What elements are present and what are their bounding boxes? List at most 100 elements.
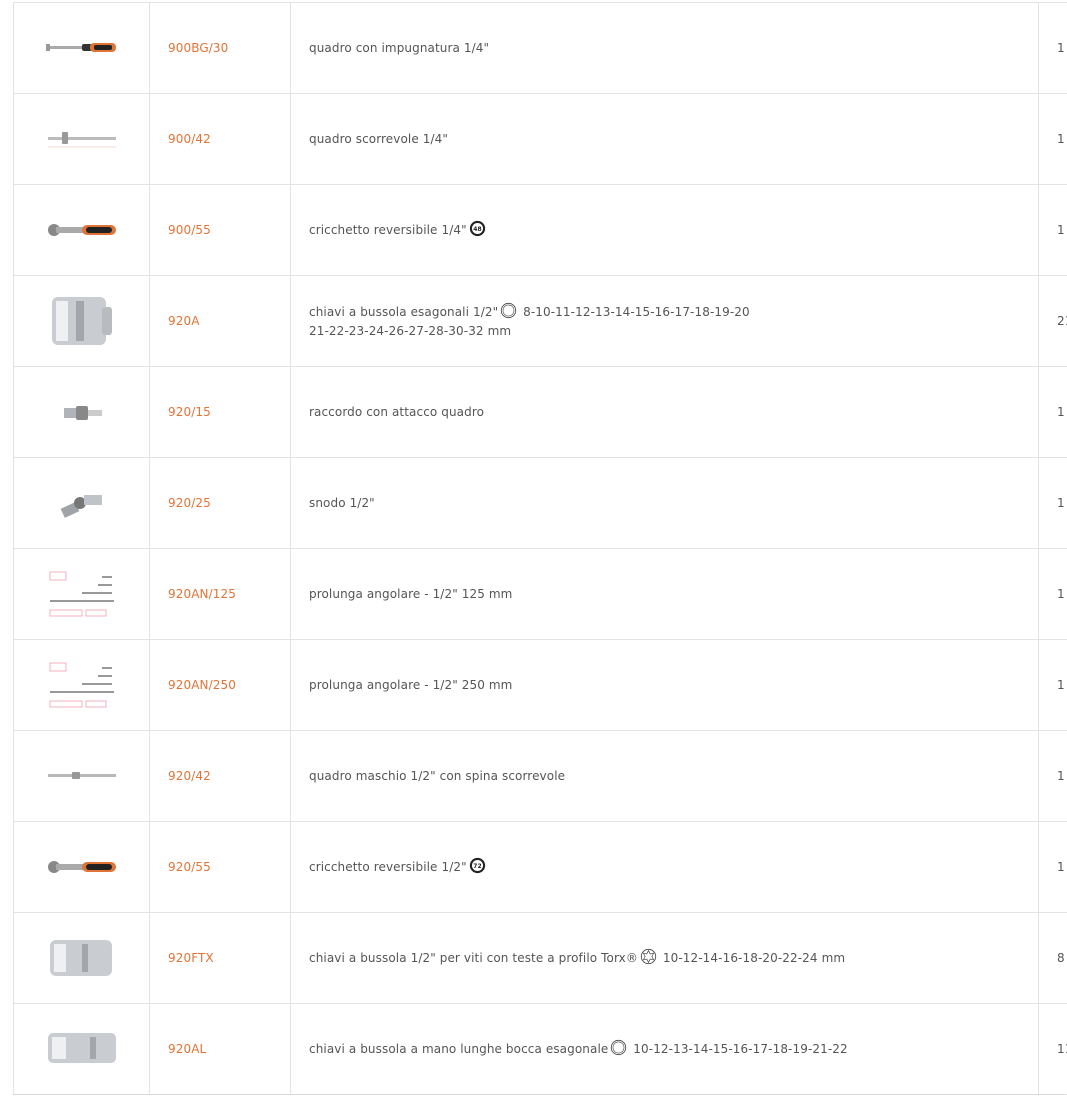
image-cell [13,639,150,731]
table-row: 900/42 quadro scorrevole 1/4" 1 [13,93,1067,185]
quantity-cell: 11 [1038,1003,1067,1095]
extension-bar-diagram-image[interactable] [42,655,122,715]
product-code-link[interactable]: 900/55 [168,223,211,237]
table-row: 920A chiavi a bussola esagonali 1/2" 8-10… [13,275,1067,367]
image-cell [13,1003,150,1095]
description-cell: chiavi a bussola 1/2" per viti con teste… [290,912,1039,1004]
description-cell: quadro con impugnatura 1/4" [290,2,1039,94]
quantity-cell: 1 [1038,184,1067,276]
quantity-value: 1 [1057,678,1065,692]
product-code-link[interactable]: 920/15 [168,405,211,419]
description-text: quadro maschio 1/2" con spina scorrevole [309,768,566,783]
table-row: 920AL chiavi a bussola a mano lunghe bocc… [13,1003,1067,1095]
quantity-cell: 1 [1038,821,1067,913]
quantity-cell: 1 [1038,2,1067,94]
sliding-tbar-image[interactable] [42,109,122,169]
product-code-cell: 920/25 [149,457,291,549]
product-code-cell: 920AL [149,1003,291,1095]
image-cell [13,730,150,822]
image-cell [13,912,150,1004]
image-cell [13,548,150,640]
product-code-cell: 920/55 [149,821,291,913]
description-text: cricchetto reversibile 1/4" [309,223,467,237]
teeth-count-icon: 72 [469,857,486,874]
product-code-link[interactable]: 920/25 [168,496,211,510]
image-cell [13,2,150,94]
quantity-cell: 1 [1038,366,1067,458]
quantity-value: 1 [1057,405,1065,419]
sizes-text: 10-12-14-16-18-20-22-24 mm [658,951,846,965]
product-code-link[interactable]: 920AN/250 [168,678,236,692]
hex-socket-image[interactable] [42,291,122,351]
description-text: chiavi a bussola a mano lunghe bocca esa… [309,1042,609,1056]
product-code-cell: 900BG/30 [149,2,291,94]
components-table: 900BG/30 quadro con impugnatura 1/4" 1 900/… [13,2,1067,1095]
torx-profile-icon [640,948,657,965]
description-text: chiavi a bussola 1/2" per viti con teste… [309,951,638,965]
quantity-cell: 1 [1038,548,1067,640]
svg-text:72: 72 [473,863,481,870]
image-cell [13,184,150,276]
description-text: snodo 1/2" [309,495,375,510]
image-cell [13,457,150,549]
product-code-cell: 920AN/250 [149,639,291,731]
description-text: cricchetto reversibile 1/2" [309,860,467,874]
description-cell: raccordo con attacco quadro [290,366,1039,458]
table-row: 900/55 cricchetto reversibile 1/4" 48 1 [13,184,1067,276]
description-cell: quadro maschio 1/2" con spina scorrevole [290,730,1039,822]
product-code-cell: 920AN/125 [149,548,291,640]
components-table-wrapper: 900BG/30 quadro con impugnatura 1/4" 1 900/… [13,2,1067,1095]
long-socket-image[interactable] [42,1019,122,1079]
description-cell: quadro scorrevole 1/4" [290,93,1039,185]
ratchet-image[interactable] [42,200,122,260]
sizes-text: 8-10-11-12-13-14-15-16-17-18-19-20 [519,304,750,319]
description-cell: prolunga angolare - 1/2" 125 mm [290,548,1039,640]
product-code-link[interactable]: 900BG/30 [168,41,228,55]
product-code-cell: 900/55 [149,184,291,276]
image-cell [13,366,150,458]
description-text: prolunga angolare - 1/2" 250 mm [309,677,513,692]
image-cell [13,821,150,913]
product-code-link[interactable]: 920/55 [168,860,211,874]
quantity-value: 1 [1057,860,1065,874]
description-cell: snodo 1/2" [290,457,1039,549]
extension-bar-diagram-image[interactable] [42,564,122,624]
image-cell [13,275,150,367]
product-code-link[interactable]: 920AL [168,1042,206,1056]
description-text: raccordo con attacco quadro [309,404,485,419]
product-code-link[interactable]: 900/42 [168,132,211,146]
quantity-value: 8 [1057,951,1065,965]
table-row: 920FTX chiavi a bussola 1/2" per viti con… [13,912,1067,1004]
sizes-text-line2: 21-22-23-24-26-27-28-30-32 mm [309,323,512,338]
quantity-value: 1 [1057,769,1065,783]
description-text: prolunga angolare - 1/2" 125 mm [309,586,513,601]
description-text: chiavi a bussola esagonali 1/2" [309,304,499,319]
product-code-link[interactable]: 920/42 [168,769,211,783]
product-code-link[interactable]: 920AN/125 [168,587,236,601]
product-code-cell: 920/42 [149,730,291,822]
ratchet-image[interactable] [42,837,122,897]
description-text: quadro scorrevole 1/4" [309,131,448,146]
description-cell: cricchetto reversibile 1/4" 48 [290,184,1039,276]
table-bottom-border [13,1094,1064,1095]
product-code-link[interactable]: 920FTX [168,951,214,965]
adapter-image[interactable] [42,382,122,442]
quantity-cell: 1 [1038,457,1067,549]
teeth-count-icon: 48 [469,220,486,237]
universal-joint-image[interactable] [42,473,122,533]
quantity-value: 1 [1057,587,1065,601]
quantity-cell: 21 [1038,275,1067,367]
sizes-text: 10-12-13-14-15-16-17-18-19-21-22 [629,1042,848,1056]
screwdriver-handle-image[interactable] [42,18,122,78]
table-row: 920/42 quadro maschio 1/2" con spina scor… [13,730,1067,822]
quantity-value: 21 [1057,314,1067,328]
product-code-cell: 920/15 [149,366,291,458]
table-row: 920/55 cricchetto reversibile 1/2" 72 1 [13,821,1067,913]
description-cell: chiavi a bussola esagonali 1/2" 8-10-11-… [290,275,1039,367]
quantity-cell: 1 [1038,730,1067,822]
table-row: 920/15 raccordo con attacco quadro 1 [13,366,1067,458]
svg-text:48: 48 [473,226,481,233]
torx-socket-image[interactable] [42,928,122,988]
product-code-link[interactable]: 920A [168,314,200,328]
sliding-bar-image[interactable] [42,746,122,806]
